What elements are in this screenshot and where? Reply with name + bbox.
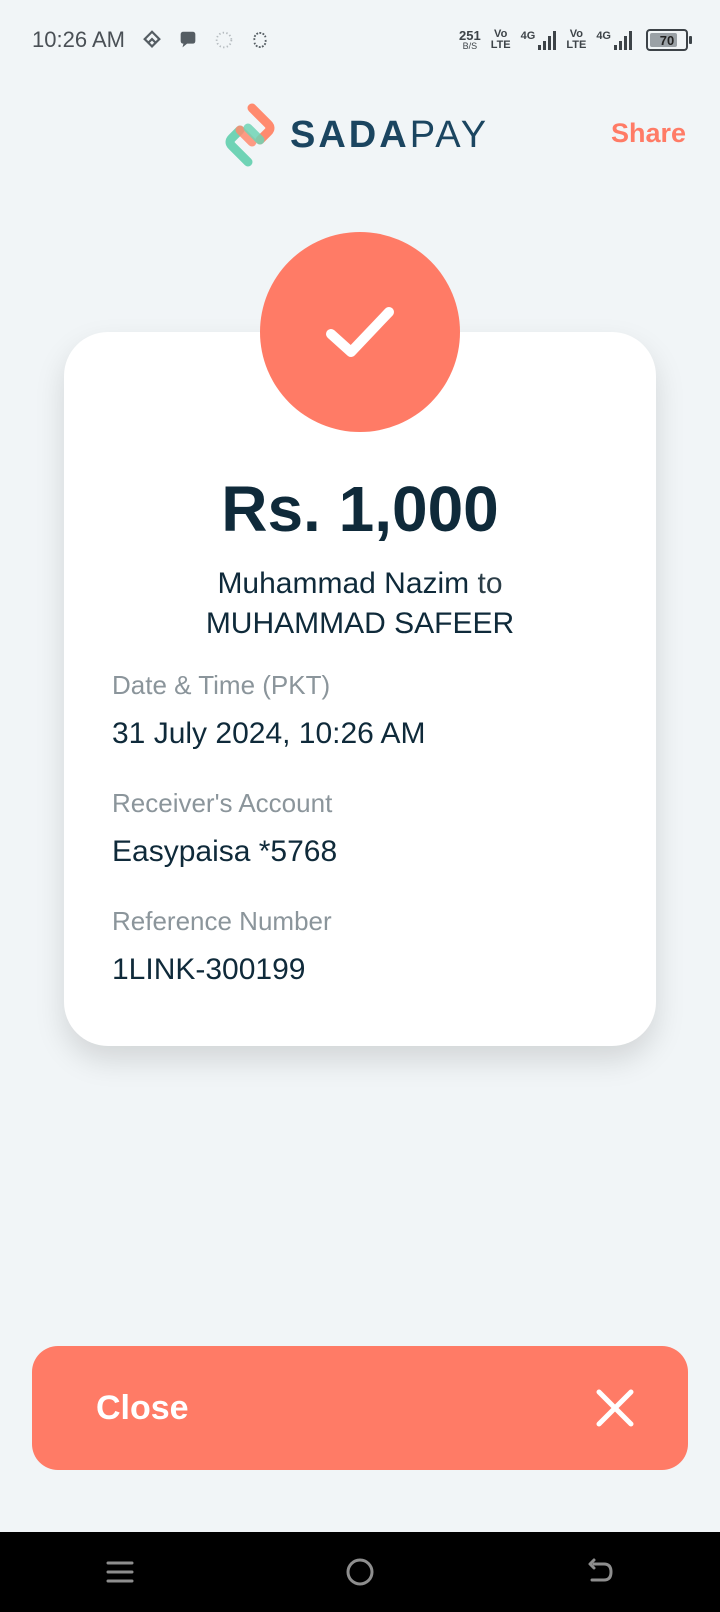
signal-2-type: 4G xyxy=(596,30,611,42)
volte-2-sub: LTE xyxy=(566,39,587,51)
detail-value: 31 July 2024, 10:26 AM xyxy=(112,717,426,750)
chat-bubble-icon xyxy=(180,31,196,48)
volte-indicator-2: Vo LTE xyxy=(566,29,586,51)
brand-name-light: PAY xyxy=(409,113,490,156)
network-speed-unit: B/S xyxy=(462,41,478,51)
close-icon xyxy=(596,1389,634,1427)
signal-1-type: 4G xyxy=(520,30,536,42)
sadapay-notification-icon xyxy=(143,30,161,48)
detail-label: Date & Time (PKT) xyxy=(112,670,331,700)
sync-icon xyxy=(253,32,267,48)
detail-date-time: Date & Time (PKT) 31 July 2024, 10:26 AM xyxy=(112,670,426,751)
sender-name: Muhammad Nazim xyxy=(217,567,470,600)
menu-icon xyxy=(106,1561,134,1583)
brand-name: SADAPAY xyxy=(290,114,489,157)
status-bar: 10:26 AM 251 B/S Vo LTE 4G Vo LTE 4G 70 xyxy=(0,0,720,80)
volte-1-sub: LTE xyxy=(490,39,511,51)
success-badge xyxy=(260,232,460,432)
transaction-parties: Muhammad Nazim to MUHAMMAD SAFEER xyxy=(64,564,656,644)
signal-2: 4G xyxy=(596,30,632,50)
brand: SADAPAY xyxy=(222,102,489,168)
detail-label: Receiver's Account xyxy=(112,788,333,818)
home-circle-icon xyxy=(346,1558,374,1586)
receipt-card: Rs. 1,000 Muhammad Nazim to MUHAMMAD SAF… xyxy=(64,332,656,1046)
status-right: 251 B/S Vo LTE 4G Vo LTE 4G 70 xyxy=(459,29,692,51)
network-speed: 251 B/S xyxy=(459,29,481,51)
back-arrow-icon xyxy=(588,1558,613,1582)
back-button[interactable] xyxy=(570,1542,630,1602)
notification-icons xyxy=(141,29,271,51)
to-word: to xyxy=(477,567,503,600)
detail-label: Reference Number xyxy=(112,906,332,936)
signal-bars-2-icon xyxy=(614,30,632,50)
battery-level: 70 xyxy=(659,32,675,48)
share-button[interactable]: Share xyxy=(611,118,686,149)
detail-receiver-account: Receiver's Account Easypaisa *5768 xyxy=(112,788,337,869)
close-button-label: Close xyxy=(96,1388,189,1427)
payment-receipt-screen: 10:26 AM 251 B/S Vo LTE 4G Vo LTE 4G 70 … xyxy=(0,0,720,1612)
recent-apps-button[interactable] xyxy=(90,1542,150,1602)
transaction-amount: Rs. 1,000 xyxy=(221,473,499,545)
battery-icon: 70 xyxy=(646,29,692,51)
close-button[interactable]: Close xyxy=(32,1346,688,1470)
brand-name-bold: SADA xyxy=(290,113,410,156)
signal-1: 4G xyxy=(521,30,557,50)
status-left: 10:26 AM xyxy=(32,27,271,53)
detail-value: Easypaisa *5768 xyxy=(112,835,338,868)
loading-dots-icon xyxy=(215,31,233,49)
detail-value: 1LINK-300199 xyxy=(112,953,306,986)
volte-indicator-1: Vo LTE xyxy=(491,29,511,51)
sadapay-logo-icon xyxy=(225,103,275,167)
signal-bars-1-icon xyxy=(538,30,557,50)
receiver-name: MUHAMMAD SAFEER xyxy=(205,607,515,640)
checkmark-icon xyxy=(326,307,394,357)
header: SADAPAY Share xyxy=(0,96,720,176)
system-navigation-bar xyxy=(0,1532,720,1612)
home-button[interactable] xyxy=(330,1542,390,1602)
detail-reference-number: Reference Number 1LINK-300199 xyxy=(112,906,332,987)
status-time: 10:26 AM xyxy=(32,27,125,52)
